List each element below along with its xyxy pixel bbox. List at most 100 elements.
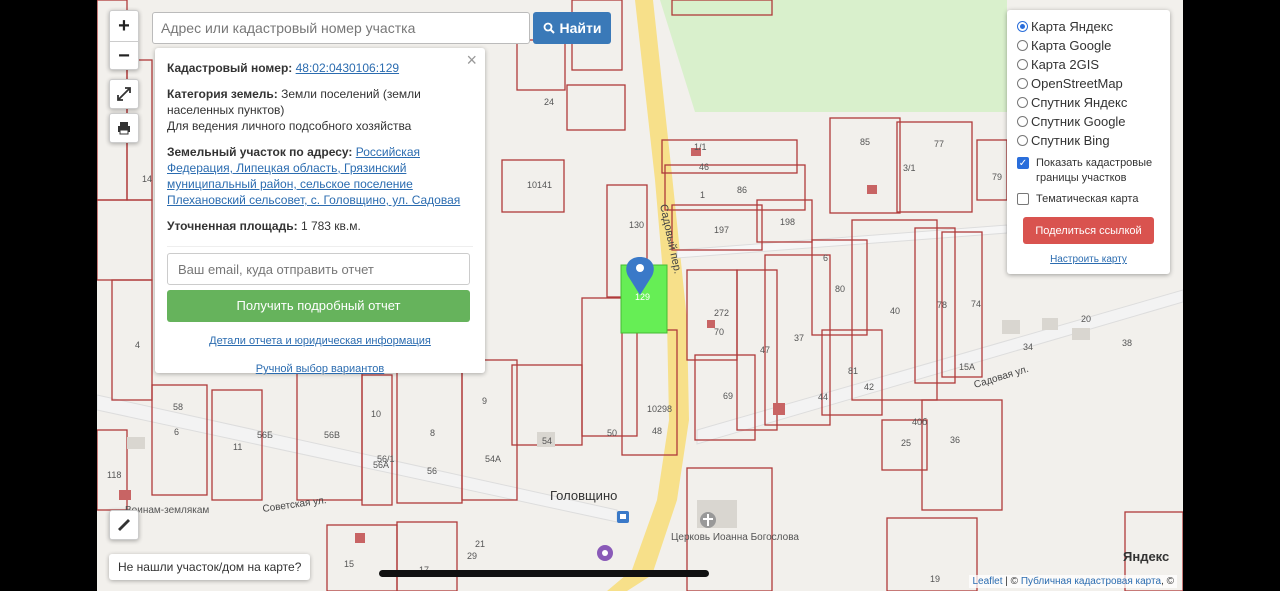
parcel-number: 79 [992, 172, 1002, 182]
parcel-number: 47 [760, 345, 770, 355]
parcel-number: 86 [737, 185, 747, 195]
parcel-number: 20 [1081, 314, 1091, 324]
parcel-number: 56В [324, 430, 340, 440]
parcel-number: 46 [699, 162, 709, 172]
layer-radio[interactable] [1017, 59, 1028, 70]
parcel-number: 11 [233, 442, 242, 452]
attribution-separator: | © [1002, 576, 1021, 587]
cadastral-row: Кадастровый номер: 48:02:0430106:129 [167, 60, 473, 76]
fullscreen-icon [117, 87, 131, 101]
parcel-number: 29 [467, 551, 477, 561]
show-borders-checkbox[interactable]: ✓ [1017, 157, 1029, 169]
layer-radio[interactable] [1017, 40, 1028, 51]
address-label: Земельный участок по адресу: [167, 145, 353, 159]
cadastral-number-link[interactable]: 48:02:0430106:129 [296, 61, 399, 75]
parcel-number: 42 [864, 382, 874, 392]
show-borders-option[interactable]: ✓ Показать кадастровые границы участков [1017, 156, 1160, 186]
layer-option[interactable]: Карта Яндекс [1017, 17, 1160, 36]
print-button[interactable] [109, 113, 139, 143]
yandex-logo: Яндекс [1123, 549, 1169, 564]
parcel-number: 19 [930, 574, 940, 584]
parcel-number: 80 [835, 284, 845, 294]
home-indicator [379, 570, 709, 577]
usage-value: Для ведения личного подсобного хозяйства [167, 119, 412, 133]
parcel-number: 6 [174, 427, 179, 437]
parcel-number: 58 [173, 402, 183, 412]
category-row: Категория земель: Земли поселений (земли… [167, 86, 473, 134]
layer-option[interactable]: Спутник Bing [1017, 131, 1160, 150]
layer-option[interactable]: OpenStreetMap [1017, 74, 1160, 93]
parcel-number: 37 [794, 333, 804, 343]
parcel-number: 4 [135, 340, 140, 350]
parcel-number: 85 [860, 137, 870, 147]
area-label: Уточненная площадь: [167, 219, 298, 233]
parcel-number: 74 [971, 299, 981, 309]
thematic-option[interactable]: Тематическая карта [1017, 192, 1160, 207]
get-report-button[interactable]: Получить подробный отчет [167, 290, 470, 322]
share-link-button[interactable]: Поделиться ссылкой [1023, 217, 1154, 244]
layer-radio[interactable] [1017, 97, 1028, 108]
parcel-number: 1 [700, 190, 705, 200]
ruler-button[interactable] [109, 510, 139, 540]
close-icon[interactable]: × [466, 51, 477, 69]
map-settings-link[interactable]: Настроить карту [1017, 254, 1160, 265]
shop-icon [597, 545, 613, 561]
parcel-number: 54 [542, 436, 552, 446]
layer-option[interactable]: Карта 2GIS [1017, 55, 1160, 74]
church-icon [700, 512, 716, 528]
not-found-button[interactable]: Не нашли участок/дом на карте? [109, 554, 311, 580]
parcel-number: 10 [371, 409, 381, 419]
layer-radio[interactable] [1017, 78, 1028, 89]
search-button[interactable]: Найти [533, 12, 611, 44]
cadastral-map-link[interactable]: Публичная кадастровая карта [1021, 576, 1161, 587]
layer-radio[interactable] [1017, 135, 1028, 146]
parcel-number: 24 [544, 97, 554, 107]
manual-selection-link[interactable]: Ручной выбор вариантов [167, 361, 473, 377]
road-sadovaya [696, 289, 1183, 445]
parcel-number: 118 [107, 470, 121, 480]
parcel-number: 44 [818, 392, 828, 402]
email-input[interactable] [167, 253, 470, 285]
report-details-link[interactable]: Детали отчета и юридическая информация [167, 333, 473, 349]
layer-label: Спутник Яндекс [1031, 95, 1128, 110]
layer-radio[interactable] [1017, 21, 1028, 32]
layer-option[interactable]: Карта Google [1017, 36, 1160, 55]
thematic-checkbox[interactable] [1017, 193, 1029, 205]
fullscreen-button[interactable] [109, 79, 139, 109]
search-button-label: Найти [559, 20, 602, 36]
layer-option[interactable]: Спутник Google [1017, 112, 1160, 131]
parcel-number: 197 [714, 225, 729, 235]
parcel-number: 130 [629, 220, 644, 230]
zoom-in-button[interactable]: + [110, 11, 138, 41]
parcel-number: 1/1 [694, 142, 707, 152]
show-borders-label: Показать кадастровые границы участков [1036, 157, 1153, 184]
layer-option[interactable]: Спутник Яндекс [1017, 93, 1160, 112]
parcel-number: 9 [482, 396, 487, 406]
layer-label: OpenStreetMap [1031, 76, 1123, 91]
bus-stop-icon [617, 511, 629, 523]
parcel-number: 48 [652, 426, 662, 436]
layer-label: Спутник Google [1031, 114, 1126, 129]
parcel-number: 36 [950, 435, 960, 445]
zoom-control: + − [109, 10, 139, 70]
street-label-sovetskaya: Советская ул. [262, 495, 327, 515]
search-input[interactable] [152, 12, 530, 44]
address-row: Земельный участок по адресу: Российская … [167, 144, 473, 208]
parcel-number: 56Б [257, 430, 273, 440]
parcel-number: 14 [142, 174, 152, 184]
street-label-sadovaya: Садовая ул. [973, 364, 1030, 391]
layer-radio[interactable] [1017, 116, 1028, 127]
road-sovetskaya [97, 394, 618, 523]
category-label: Категория земель: [167, 87, 278, 101]
parcel-number: 56 [427, 466, 437, 476]
zoom-out-button[interactable]: − [110, 41, 138, 71]
parcel-number: 272 [714, 308, 729, 318]
parcel-number: 198 [780, 217, 795, 227]
cadastral-label: Кадастровый номер: [167, 61, 293, 75]
search-icon [543, 22, 555, 34]
attribution: Leaflet | © Публичная кадастровая карта,… [969, 575, 1177, 588]
parcel-number: 69 [723, 391, 733, 401]
parcel-number: 21 [475, 539, 485, 549]
parcel-number: 3/1 [903, 163, 916, 173]
leaflet-link[interactable]: Leaflet [972, 576, 1002, 587]
